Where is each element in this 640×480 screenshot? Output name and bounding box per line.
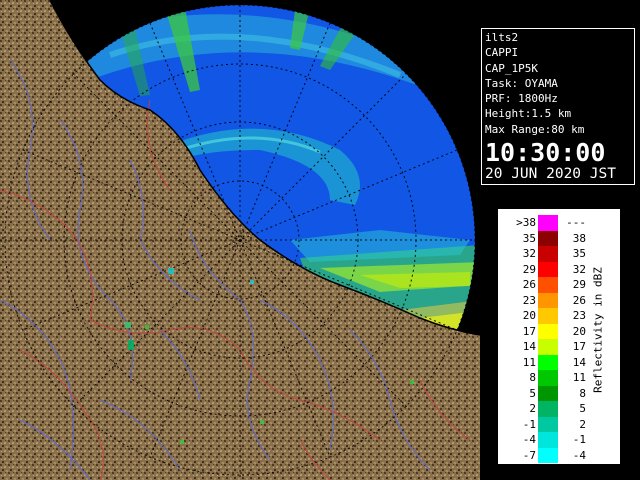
legend-swatch xyxy=(538,385,558,401)
legend-swatch xyxy=(538,292,558,308)
legend-lower-bound: -1 xyxy=(522,417,536,431)
legend-swatch xyxy=(538,447,558,463)
legend-lower-bound: 20 xyxy=(522,309,536,322)
legend-upper-bound: 38 xyxy=(572,231,586,245)
legend-lower-bound: 2 xyxy=(529,402,536,415)
legend-upper-bound: 29 xyxy=(572,278,586,291)
legend-row: 35 38 xyxy=(498,230,620,246)
legend-lower-bound: 32 xyxy=(522,247,536,260)
task-label: Task: OYAMA xyxy=(485,76,558,90)
legend-lower-bound: 29 xyxy=(522,262,536,276)
legend-upper-bound: --- xyxy=(566,216,586,229)
legend-upper-bound: 17 xyxy=(572,340,586,353)
legend-lower-bound: -4 xyxy=(522,433,536,446)
radar-map[interactable] xyxy=(0,0,480,480)
height-label: Height:1.5 km xyxy=(485,107,572,121)
product-id: ilts2 xyxy=(485,31,519,44)
legend-row: 32 35 xyxy=(498,246,620,262)
legend-upper-bound: 11 xyxy=(572,371,586,384)
prf-label: PRF: 1800Hz xyxy=(485,92,558,106)
observation-date: 20 JUN 2020 JST xyxy=(485,166,616,183)
legend-swatch xyxy=(538,215,558,231)
legend-lower-bound: 5 xyxy=(529,386,536,400)
legend-swatch xyxy=(538,401,558,417)
legend-upper-bound: 8 xyxy=(579,386,586,400)
legend-upper-bound: -4 xyxy=(572,448,586,462)
legend-lower-bound: >38 xyxy=(516,216,536,229)
legend-title: Reflectivity in dBZ xyxy=(591,267,605,393)
legend-upper-bound: 20 xyxy=(572,324,586,338)
legend-swatch xyxy=(538,354,558,370)
legend-upper-bound: 32 xyxy=(572,262,586,276)
legend-lower-bound: 17 xyxy=(522,324,536,338)
legend-row: >38 --- xyxy=(498,215,620,231)
legend-upper-bound: 35 xyxy=(572,247,586,260)
max-range-label: Max Range:80 km xyxy=(485,122,585,136)
legend-lower-bound: 8 xyxy=(529,371,536,384)
legend-upper-bound: 23 xyxy=(572,309,586,322)
legend-swatch xyxy=(538,308,558,324)
legend-swatch xyxy=(538,230,558,246)
legend-swatch xyxy=(538,339,558,355)
legend-upper-bound: 14 xyxy=(572,355,586,369)
legend-row: -7 -4 xyxy=(498,447,620,463)
legend-lower-bound: 35 xyxy=(522,231,536,245)
product-name: CAP_1P5K xyxy=(485,61,538,75)
legend-swatch xyxy=(538,370,558,386)
legend-row: -1 2 xyxy=(498,416,620,432)
legend-swatch xyxy=(538,261,558,277)
legend-swatch xyxy=(538,246,558,262)
legend-upper-bound: 2 xyxy=(579,417,586,431)
observation-time: 10:30:00 xyxy=(485,138,606,168)
legend-lower-bound: 14 xyxy=(522,340,536,353)
legend-upper-bound: 5 xyxy=(579,402,586,415)
legend-lower-bound: -7 xyxy=(522,448,536,462)
radar-display: ilts2 CAPPI CAP_1P5K Task: OYAMA PRF: 18… xyxy=(0,0,640,480)
legend-swatch xyxy=(538,432,558,448)
product-type: CAPPI xyxy=(485,46,519,60)
legend-swatch xyxy=(538,416,558,432)
legend-row: -4 -1 xyxy=(498,432,620,448)
legend-row: 25 xyxy=(498,401,620,417)
product-info-box: ilts2 CAPPI CAP_1P5K Task: OYAMA PRF: 18… xyxy=(481,28,635,185)
legend-swatch xyxy=(538,277,558,293)
legend-lower-bound: 26 xyxy=(522,278,536,291)
legend-lower-bound: 23 xyxy=(522,293,536,307)
legend-lower-bound: 11 xyxy=(522,355,536,369)
legend-upper-bound: -1 xyxy=(572,433,586,446)
legend-swatch xyxy=(538,323,558,339)
legend-upper-bound: 26 xyxy=(572,293,586,307)
